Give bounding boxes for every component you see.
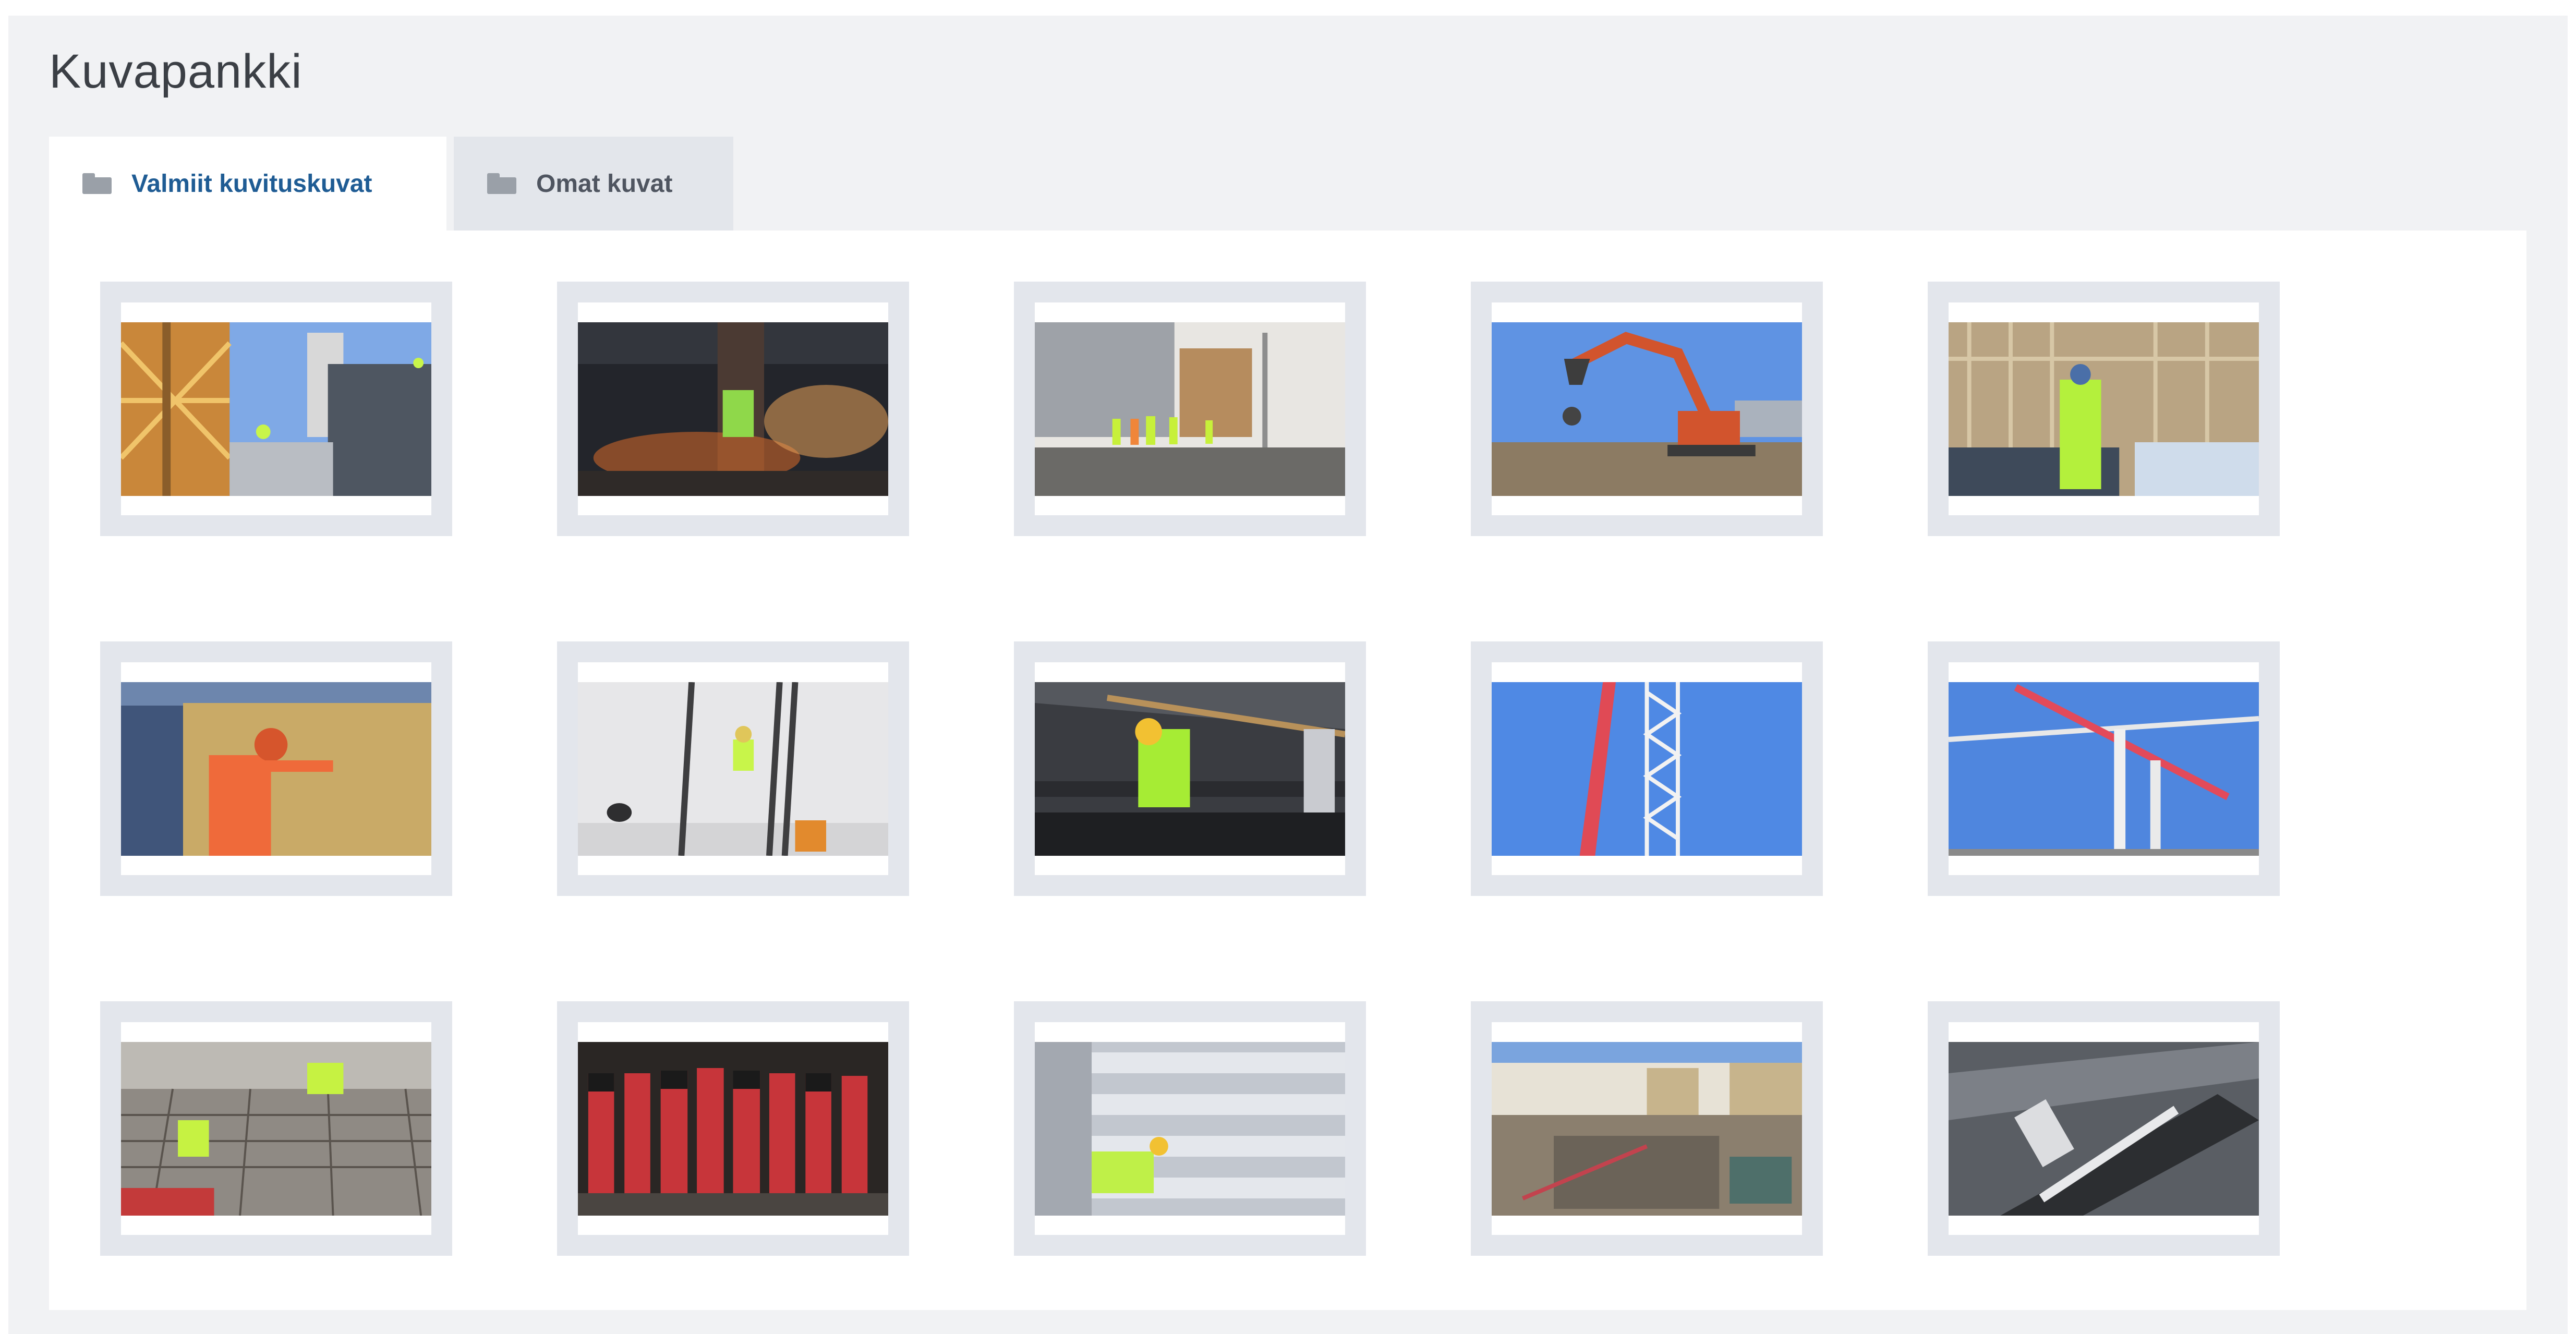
thumbnail-frame	[1949, 1022, 2259, 1235]
thumbnail-frame	[1492, 302, 1802, 515]
image-bank-panel: Kuvapankki Valmiit kuvituskuvat Omat kuv…	[8, 16, 2568, 1334]
image-grid	[100, 282, 2280, 1256]
photo-ladder-worker	[578, 682, 888, 856]
image-thumbnail[interactable]	[100, 1001, 452, 1256]
image-thumbnail[interactable]	[1014, 641, 1366, 896]
tab-omat-kuvat[interactable]: Omat kuvat	[454, 137, 733, 231]
photo-city-construction	[1492, 1041, 1802, 1216]
tab-bar: Valmiit kuvituskuvat Omat kuvat	[49, 137, 733, 231]
thumbnail-frame	[1035, 1022, 1345, 1235]
photo-trowel-concrete	[1949, 1041, 2259, 1216]
thumbnail-frame	[121, 662, 431, 875]
photo-workers-walking	[1035, 322, 1345, 496]
tab-valmiit-kuvituskuvat[interactable]: Valmiit kuvituskuvat	[49, 137, 446, 231]
image-thumbnail[interactable]	[557, 282, 909, 536]
image-thumbnail[interactable]	[1471, 641, 1823, 896]
photo-tower-cranes	[1949, 682, 2259, 856]
image-thumbnail[interactable]	[1471, 282, 1823, 536]
photo-osb-board-worker	[121, 682, 431, 856]
thumbnail-frame	[1492, 1022, 1802, 1235]
thumbnail-frame	[1949, 302, 2259, 515]
image-thumbnail[interactable]	[100, 641, 452, 896]
image-thumbnail[interactable]	[557, 641, 909, 896]
tab-label: Omat kuvat	[536, 169, 673, 198]
photo-crane-rooftop	[121, 322, 431, 496]
thumbnail-frame	[578, 302, 888, 515]
image-thumbnail[interactable]	[1471, 1001, 1823, 1256]
photo-concrete-beams	[1035, 1041, 1345, 1216]
folder-icon	[82, 173, 112, 194]
photo-excavator	[1492, 322, 1802, 496]
photo-grinding-sparks	[578, 322, 888, 496]
image-thumbnail[interactable]	[1928, 641, 2280, 896]
thumbnail-frame	[1492, 662, 1802, 875]
image-thumbnail[interactable]	[1928, 1001, 2280, 1256]
photo-red-cartridges	[578, 1041, 888, 1216]
photo-rebar-workers	[121, 1041, 431, 1216]
image-thumbnail[interactable]	[1928, 282, 2280, 536]
tab-label: Valmiit kuvituskuvat	[131, 169, 372, 198]
thumbnail-frame	[578, 662, 888, 875]
tab-content	[49, 231, 2526, 1310]
page-title: Kuvapankki	[49, 45, 303, 98]
thumbnail-frame	[121, 302, 431, 515]
photo-scaffold-worker	[1949, 322, 2259, 496]
photo-stairs-worker	[1035, 682, 1345, 856]
image-thumbnail[interactable]	[557, 1001, 909, 1256]
image-thumbnail[interactable]	[100, 282, 452, 536]
folder-icon	[487, 173, 516, 194]
image-thumbnail[interactable]	[1014, 1001, 1366, 1256]
thumbnail-frame	[1035, 662, 1345, 875]
thumbnail-frame	[1035, 302, 1345, 515]
thumbnail-frame	[1949, 662, 2259, 875]
thumbnail-frame	[121, 1022, 431, 1235]
thumbnail-frame	[578, 1022, 888, 1235]
image-thumbnail[interactable]	[1014, 282, 1366, 536]
photo-red-crane	[1492, 682, 1802, 856]
